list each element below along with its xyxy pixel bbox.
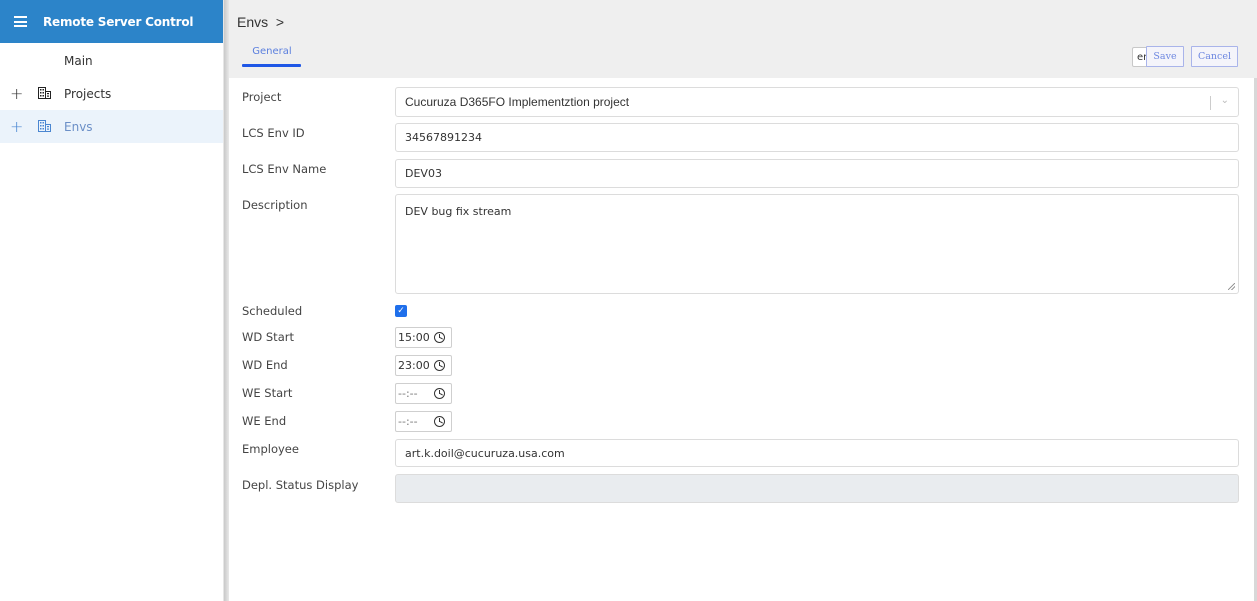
depl-status-label: Depl. Status Display (242, 478, 359, 492)
employee-value: art.k.doil@cucuruza.usa.com (405, 446, 565, 460)
lcs-env-name-label: LCS Env Name (242, 162, 327, 176)
sidebar-item-label: Main (64, 53, 93, 68)
lcs-env-name-value: DEV03 (405, 167, 442, 180)
lcs-env-id-label: LCS Env ID (242, 126, 305, 140)
chevron-down-icon: ⌄ (1220, 95, 1229, 106)
sidebar-item-label: Envs (64, 119, 93, 134)
wd-end-value: 23:00 (398, 359, 430, 372)
project-label: Project (242, 90, 282, 104)
sidebar: Remote Server Control Main + Projects + (0, 0, 224, 601)
lcs-env-name-input[interactable]: DEV03 (395, 159, 1239, 188)
wd-end-label: WD End (242, 358, 288, 372)
sidebar-item-projects[interactable]: + Projects (0, 77, 223, 110)
description-textarea[interactable]: DEV bug fix stream (395, 194, 1239, 294)
description-label: Description (242, 198, 308, 212)
wd-start-value: 15:00 (398, 331, 430, 344)
sidebar-item-main[interactable]: Main (0, 44, 223, 77)
wd-start-label: WD Start (242, 330, 294, 344)
sidebar-item-label: Projects (64, 86, 112, 101)
select-separator (1210, 96, 1211, 110)
sidebar-resize-handle[interactable] (224, 0, 229, 601)
we-start-label: WE Start (242, 386, 293, 400)
clock-icon[interactable] (434, 360, 445, 371)
depl-status-input (395, 474, 1239, 503)
breadcrumb[interactable]: Envs > (237, 14, 284, 30)
description-value: DEV bug fix stream (405, 205, 512, 218)
project-select[interactable]: Cucuruza D365FO Implementztion project ⌄ (395, 87, 1239, 117)
hamburger-menu-icon[interactable] (14, 16, 27, 27)
clock-icon[interactable] (434, 388, 445, 399)
we-end-label: WE End (242, 414, 287, 428)
building-icon (38, 120, 51, 132)
expand-plus-icon[interactable]: + (10, 85, 23, 102)
scheduled-label: Scheduled (242, 304, 303, 318)
employee-input[interactable]: art.k.doil@cucuruza.usa.com (395, 439, 1239, 467)
app-window: Remote Server Control Main + Projects + (0, 0, 1257, 601)
sidebar-item-envs[interactable]: + Envs (0, 110, 223, 143)
wd-end-time-input[interactable]: 23:00 (395, 355, 452, 376)
scheduled-checkbox[interactable]: ✓ (395, 305, 407, 317)
we-end-value: --:-- (398, 415, 418, 428)
save-button[interactable]: Save (1146, 46, 1184, 67)
cancel-button[interactable]: Cancel (1191, 46, 1238, 67)
wd-start-time-input[interactable]: 15:00 (395, 327, 452, 348)
resize-grip-icon[interactable] (1228, 283, 1235, 290)
project-value: Cucuruza D365FO Implementztion project (405, 95, 630, 109)
clock-icon[interactable] (434, 332, 445, 343)
we-end-time-input[interactable]: --:-- (395, 411, 452, 432)
we-start-value: --:-- (398, 387, 418, 400)
page-header: Envs > General en ⌄ Save Cancel (229, 0, 1257, 78)
clock-icon[interactable] (434, 416, 445, 427)
sidebar-header: Remote Server Control (0, 0, 223, 43)
tab-general[interactable]: General (243, 46, 301, 57)
expand-plus-icon[interactable]: + (10, 118, 23, 135)
active-tab-indicator (242, 64, 301, 67)
lcs-env-id-input[interactable]: 34567891234 (395, 123, 1239, 152)
app-title: Remote Server Control (43, 14, 194, 29)
employee-label: Employee (242, 442, 299, 456)
we-start-time-input[interactable]: --:-- (395, 383, 452, 404)
building-icon (38, 87, 51, 99)
lcs-env-id-value: 34567891234 (405, 131, 482, 144)
